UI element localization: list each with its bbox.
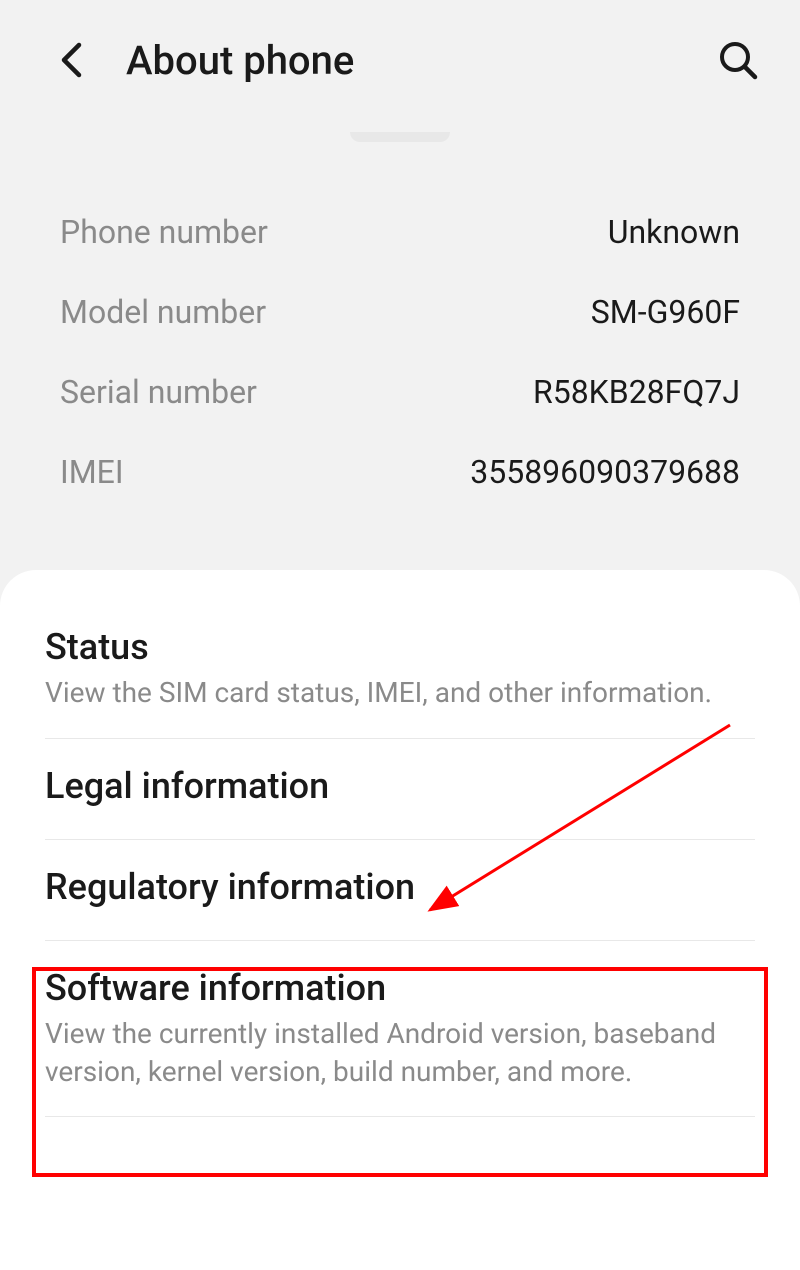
status-item[interactable]: Status View the SIM card status, IMEI, a… [0, 600, 800, 738]
header: About phone [0, 0, 800, 120]
software-information-subtitle: View the currently installed Android ver… [45, 1015, 755, 1091]
legal-information-title: Legal information [45, 765, 755, 807]
status-title: Status [45, 626, 755, 668]
software-information-title: Software information [45, 967, 755, 1009]
model-number-label: Model number [60, 293, 266, 331]
chevron-left-icon [58, 41, 86, 79]
imei-row: IMEI 355896090379688 [60, 432, 740, 512]
imei-label: IMEI [60, 453, 124, 491]
search-icon[interactable] [716, 38, 760, 82]
imei-value: 355896090379688 [470, 453, 740, 491]
phone-number-value: Unknown [608, 213, 740, 251]
status-subtitle: View the SIM card status, IMEI, and othe… [45, 674, 755, 712]
model-number-row: Model number SM-G960F [60, 272, 740, 352]
serial-number-row: Serial number R58KB28FQ7J [60, 352, 740, 432]
page-title: About phone [126, 37, 716, 84]
back-icon[interactable] [50, 38, 94, 82]
serial-number-label: Serial number [60, 373, 257, 411]
software-information-item[interactable]: Software information View the currently … [0, 941, 800, 1117]
regulatory-information-title: Regulatory information [45, 866, 755, 908]
model-number-value: SM-G960F [591, 293, 740, 331]
phone-number-label: Phone number [60, 213, 268, 251]
phone-number-row: Phone number Unknown [60, 192, 740, 272]
divider [45, 1116, 755, 1117]
device-info-section: Phone number Unknown Model number SM-G96… [0, 172, 800, 552]
menu-card: Status View the SIM card status, IMEI, a… [0, 570, 800, 1270]
serial-number-value: R58KB28FQ7J [533, 373, 740, 411]
legal-information-item[interactable]: Legal information [0, 739, 800, 839]
regulatory-information-item[interactable]: Regulatory information [0, 840, 800, 940]
notch-indicator [350, 132, 450, 142]
magnifier-icon [718, 40, 758, 80]
